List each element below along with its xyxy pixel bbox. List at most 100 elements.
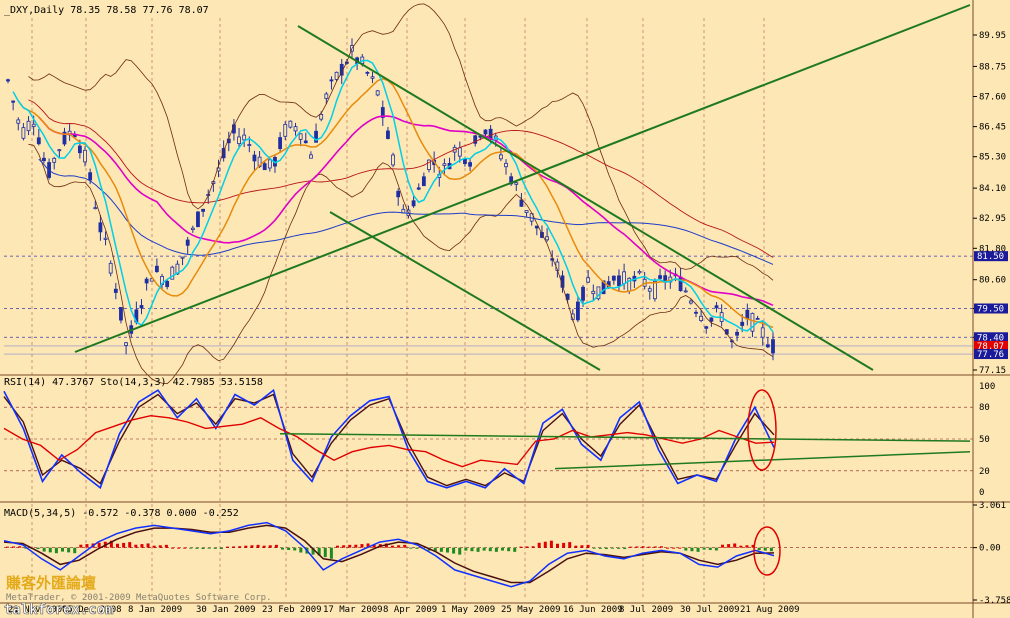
macd-histogram-bar [519,546,523,548]
macd-histogram-bar [262,545,266,548]
candle-body [196,211,200,228]
macd-histogram-bar [476,547,480,552]
candle-body [262,163,267,171]
macd-histogram-bar [488,547,492,552]
macd-histogram-bar [323,547,327,558]
candle-body [11,100,16,103]
macd-histogram-bar [684,547,688,551]
candle-body [36,137,41,145]
macd-histogram-bar [177,547,181,549]
price-label-text: 77.76 [977,350,1004,360]
macd-histogram-bar [140,544,144,548]
candle-body [154,265,159,272]
candle-body [375,90,380,96]
macd-histogram-bar [299,547,303,553]
macd-histogram-bar [482,547,486,551]
macd-histogram-bar [171,547,174,549]
candle-body [714,305,719,309]
macd-histogram-bar [250,545,254,548]
macd-histogram-bar [598,547,602,549]
price-tick-label: 89.95 [979,31,1006,41]
price-tick-label: 87.60 [979,93,1006,103]
candle-body [468,162,472,167]
macd-histogram-bar [287,547,291,551]
candle-body [83,149,87,163]
candle-body [514,182,519,185]
macd-histogram-bar [281,547,284,550]
macd-histogram-bar [158,545,162,548]
candle-body [237,136,241,145]
macd-histogram-bar [562,542,566,548]
macd-histogram-bar [611,547,614,549]
watermark-site: talkforex.com [4,602,114,618]
macd-histogram-bar [580,545,584,548]
macd-histogram-bar [708,547,712,551]
candle-body [283,123,288,137]
candle-body [98,222,103,233]
macd-histogram-bar [721,544,724,548]
macd-histogram-bar [238,546,242,548]
candle-body [31,123,36,127]
candle-body [288,120,293,128]
macd-histogram-bar [623,547,627,550]
candle-body [190,227,195,230]
macd-header: MACD(5,34,5) -0.572 -0.378 0.000 -0.252 [4,508,239,519]
macd-histogram-bar [409,547,413,549]
macd-tick-label: 0.00 [979,544,1001,554]
macd-histogram-bar [354,544,358,548]
candle-body [735,331,739,336]
price-tick-label: 88.75 [979,62,1006,72]
candle-body [247,144,252,146]
macd-histogram-bar [617,547,621,549]
price-tick-label: 86.45 [979,123,1006,133]
candle-body [309,154,313,159]
macd-histogram-bar [470,547,474,552]
macd-histogram-bar [452,547,456,554]
candle-body [370,76,375,79]
candle-body [694,311,698,314]
macd-histogram-bar [659,546,663,548]
macd-histogram-bar [678,547,682,549]
candle-body [113,288,118,293]
rsi-tick-label: 50 [979,435,990,445]
macd-histogram-bar [268,545,272,548]
candle-body [771,339,775,354]
candle-body [411,200,416,207]
candle-body [755,317,760,320]
candle-body [108,262,113,274]
macd-histogram-bar [183,547,187,549]
candle-body [252,154,257,162]
candle-body [139,305,144,309]
macd-histogram-bar [568,542,572,548]
main-header: _DXY,Daily 78.35 78.58 77.76 78.07 [4,5,209,16]
candle-body [201,208,206,212]
x-tick-label: 1 May 2009 [441,605,495,615]
macd-histogram-bar [629,546,633,548]
rsi-header: RSI(14) 47.3767 Sto(14,3,3) 42.7985 53.5… [4,377,263,388]
candle-body [519,199,524,207]
candle-body [760,327,765,338]
macd-histogram-bar [213,547,217,549]
macd-histogram-bar [531,546,535,548]
candle-body [683,290,688,293]
macd-histogram-bar [696,547,700,552]
macd-histogram-bar [439,547,443,552]
rsi-tick-label: 20 [979,467,990,477]
candle-body [365,71,370,74]
macd-histogram-bar [226,546,229,548]
candle-body [103,237,108,240]
x-tick-label: 17 Mar 2009 [323,605,383,615]
candle-body [180,256,185,259]
macd-histogram-bar [18,546,22,548]
candle-body [765,344,770,348]
candle-body [709,317,714,322]
macd-histogram-bar [73,547,77,554]
macd-histogram-bar [360,544,364,548]
candle-body [678,276,683,292]
macd-histogram-bar [745,545,749,548]
macd-histogram-bar [232,546,236,548]
x-tick-label: 8 Jul 2009 [619,605,673,615]
candle-body [26,120,31,132]
macd-histogram-bar [48,547,52,553]
macd-histogram-bar [164,544,168,548]
